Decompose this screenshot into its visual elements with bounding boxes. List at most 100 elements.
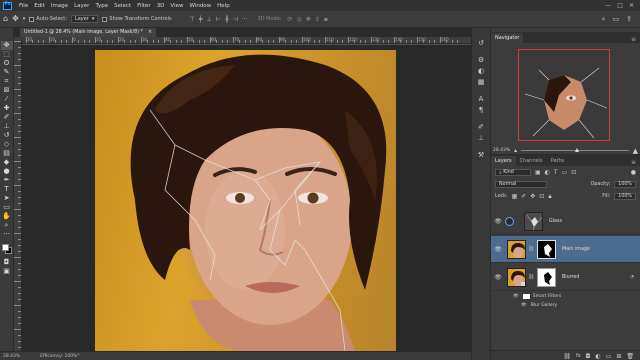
link-icon[interactable]: ⛓︎ <box>528 274 534 280</box>
visibility-eye-icon[interactable]: 👁︎ <box>491 246 505 253</box>
maximize-button[interactable]: □ <box>617 2 623 9</box>
new-layer-icon[interactable]: ⊞ <box>616 353 621 360</box>
filter-pixel-icon[interactable]: ▣ <box>535 169 541 176</box>
align-right-icon[interactable]: ⊣ <box>233 16 238 23</box>
layer-row-main-image[interactable]: 👁︎ ⛓︎ Main image <box>491 236 640 263</box>
menu-type[interactable]: Type <box>92 3 111 9</box>
hand-tool-icon[interactable]: ✋ <box>1 212 13 221</box>
dodge-tool-icon[interactable]: ● <box>1 167 13 176</box>
tab-paths[interactable]: Paths <box>547 156 569 166</box>
layer-row-glass[interactable]: 👁︎ Glass <box>491 208 640 235</box>
menu-help[interactable]: Help <box>214 3 233 9</box>
history-brush-tool-icon[interactable]: ↺ <box>1 131 13 140</box>
pen-tool-icon[interactable]: ✒ <box>1 176 13 185</box>
marquee-tool-icon[interactable]: ⬚ <box>1 50 13 59</box>
menu-edit[interactable]: Edit <box>31 3 48 9</box>
status-info[interactable]: Efficiency: 100%* <box>40 354 79 359</box>
align-center-icon[interactable]: ╫ <box>225 16 229 23</box>
path-selection-tool-icon[interactable]: ➤ <box>1 194 13 203</box>
visibility-eye-icon[interactable]: 👁︎ <box>491 218 505 225</box>
slider-knob[interactable] <box>574 148 579 152</box>
lock-artboard-icon[interactable]: ⊡ <box>539 193 544 200</box>
link-icon[interactable]: ⛓︎ <box>528 246 534 252</box>
3d-scale-icon[interactable]: ▪ <box>324 16 328 23</box>
status-zoom[interactable]: 28.43% <box>3 354 20 359</box>
lasso-tool-icon[interactable]: ʘ <box>1 59 13 68</box>
add-mask-icon[interactable]: ◘ <box>586 353 591 360</box>
3d-slide-icon[interactable]: ⇕ <box>315 16 320 23</box>
foreground-color-swatch[interactable] <box>1 244 9 251</box>
menu-image[interactable]: Image <box>48 3 71 9</box>
layer-mask-thumbnail[interactable] <box>537 239 556 259</box>
3d-roll-icon[interactable]: ◎ <box>297 16 302 23</box>
delete-layer-icon[interactable]: 🗑︎ <box>626 353 634 360</box>
link-layers-icon[interactable]: ⛓︎ <box>563 353 571 360</box>
lock-transparency-icon[interactable]: ▦ <box>512 193 518 200</box>
fx-icon[interactable]: fx <box>576 353 581 359</box>
quick-mask-icon[interactable]: ◘ <box>1 258 13 267</box>
filter-smart-object-icon[interactable]: ⊡ <box>571 169 576 176</box>
share-icon[interactable]: ⇪ <box>626 15 632 24</box>
menu-window[interactable]: Window <box>186 3 214 9</box>
move-tool-icon[interactable]: ✥ <box>12 15 19 23</box>
menu-view[interactable]: View <box>167 3 186 9</box>
3d-pan-icon[interactable]: ✥ <box>306 16 311 23</box>
fill-field[interactable]: 100% <box>614 193 636 200</box>
align-left-icon[interactable]: ⊢ <box>216 16 221 23</box>
move-tool-icon[interactable]: ✥ <box>0 41 13 50</box>
eyedropper-tool-icon[interactable]: ⁄ <box>1 95 13 104</box>
filter-shape-icon[interactable]: ▭ <box>562 169 568 176</box>
type-tool-icon[interactable]: T <box>1 185 13 194</box>
tab-channels[interactable]: Channels <box>516 156 547 166</box>
layer-mask-thumbnail[interactable] <box>537 267 556 287</box>
clone-stamp-tool-icon[interactable]: ⊥ <box>1 122 13 131</box>
layer-name[interactable]: Main image <box>562 247 590 252</box>
layer-thumbnail[interactable] <box>524 211 543 231</box>
tab-layers[interactable]: Layers <box>491 156 516 166</box>
blend-mode-dropdown[interactable]: Normal <box>495 181 547 188</box>
smart-filter-options-icon[interactable]: ◔ <box>630 275 634 280</box>
document-tab[interactable]: Untitled-1 @ 28.4% (Main image, Layer Ma… <box>20 28 156 37</box>
opacity-field[interactable]: 100% <box>614 181 636 188</box>
zoom-out-icon[interactable]: ▴ <box>514 147 517 154</box>
history-panel-icon[interactable]: ↺ <box>474 38 488 49</box>
show-transform-checkbox[interactable] <box>102 16 108 22</box>
more-options-icon[interactable]: ··· <box>242 16 248 23</box>
clone-source-panel-icon[interactable]: ⊥ <box>474 133 488 144</box>
more-tools-icon[interactable]: ··· <box>1 230 13 239</box>
paragraph-panel-icon[interactable]: ¶ <box>474 105 488 116</box>
canvas-area[interactable] <box>22 45 471 351</box>
screen-mode-icon[interactable]: ▣ <box>1 267 13 276</box>
filter-adjustment-icon[interactable]: ◐ <box>545 169 550 176</box>
blur-tool-icon[interactable]: ◆ <box>1 158 13 167</box>
menu-select[interactable]: Select <box>111 3 134 9</box>
visibility-eye-icon[interactable]: 👁︎ <box>521 303 527 308</box>
layer-name[interactable]: Blurred <box>562 275 579 280</box>
navigator-zoom[interactable]: 28.43% <box>493 148 510 153</box>
lock-position-icon[interactable]: ✥ <box>530 193 535 200</box>
properties-panel-icon[interactable]: ⚙ <box>474 55 488 66</box>
brush-tool-icon[interactable]: ✐ <box>1 113 13 122</box>
lock-all-icon[interactable]: 🔒︎ <box>548 193 551 200</box>
adjustments-panel-icon[interactable]: ◐ <box>474 66 488 77</box>
tab-navigator[interactable]: Navigator <box>491 33 524 43</box>
menu-file[interactable]: File <box>16 3 31 9</box>
align-middle-icon[interactable]: ╪ <box>199 16 203 23</box>
workspace-icon[interactable]: ▭ <box>613 15 620 24</box>
layer-row-blurred[interactable]: 👁︎ ⛓︎ Blurred ◔ <box>491 264 640 291</box>
color-swatches[interactable] <box>1 243 13 255</box>
zoom-tool-icon[interactable]: ⌕ <box>1 221 13 230</box>
tool-presets-panel-icon[interactable]: ⚒ <box>474 150 488 161</box>
filter-toggle-icon[interactable]: ● <box>631 169 636 176</box>
frame-tool-icon[interactable]: ⊠ <box>1 86 13 95</box>
chevron-down-icon[interactable]: ▾ <box>23 16 26 22</box>
document-canvas[interactable] <box>95 50 396 351</box>
menu-3d[interactable]: 3D <box>154 3 168 9</box>
filter-type-icon[interactable]: T <box>554 169 558 176</box>
rectangle-tool-icon[interactable]: ▭ <box>1 203 13 212</box>
healing-brush-tool-icon[interactable]: ✚ <box>1 104 13 113</box>
auto-select-option[interactable]: Auto-Select: <box>29 16 67 22</box>
layer-thumbnail[interactable] <box>507 267 526 287</box>
close-window-button[interactable]: ✕ <box>629 2 634 9</box>
layer-thumbnail[interactable] <box>507 239 526 259</box>
